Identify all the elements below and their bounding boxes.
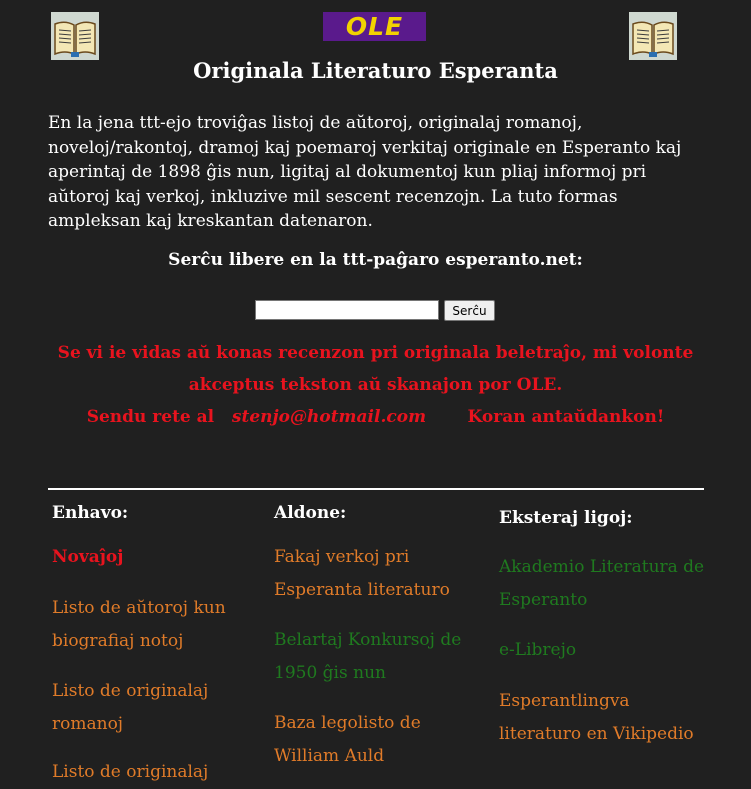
link-originalaj-list[interactable]: Listo de originalaj bbox=[52, 756, 262, 789]
promo-line-3: Sendu rete al stenjo@hotmail.com Koran a… bbox=[0, 407, 751, 427]
link-akademio[interactable]: Akademio Literatura de Esperanto bbox=[499, 551, 709, 616]
horizontal-divider bbox=[48, 488, 704, 490]
link-e-librejo[interactable]: e-Librejo bbox=[499, 634, 709, 667]
column-heading-aldone: Aldone: bbox=[274, 503, 347, 523]
link-belartaj-konkursoj[interactable]: Belartaj Konkursoj de 1950 ĝis nun bbox=[274, 624, 484, 689]
link-romanoj-list[interactable]: Listo de originalaj romanoj bbox=[52, 675, 262, 740]
intro-text: En la jena ttt-ejo troviĝas listoj de aŭ… bbox=[48, 113, 682, 231]
promo-line-2: akceptus tekston aŭ skanajon por OLE. bbox=[188, 375, 563, 395]
column-heading-eksteraj: Eksteraj ligoj: bbox=[499, 508, 633, 528]
link-autoroj-list[interactable]: Listo de aŭtoroj kun biografiaj notoj bbox=[52, 592, 262, 657]
promo-send-text: Sendu rete al bbox=[86, 407, 215, 427]
book-icon bbox=[51, 12, 99, 60]
promo-thanks-text: Koran antaŭdankon! bbox=[467, 407, 665, 427]
page-title: Originala Literaturo Esperanta bbox=[193, 58, 558, 83]
column-heading-enhavo: Enhavo: bbox=[52, 503, 129, 523]
ole-logo: OLE bbox=[323, 12, 426, 41]
link-vikipedio[interactable]: Esperantlingva literaturo en Vikipedio bbox=[499, 685, 709, 750]
link-fakaj-verkoj[interactable]: Fakaj verkoj pri Esperanta literaturo bbox=[274, 541, 484, 606]
promo-line-1: Se vi ie vidas aŭ konas recenzon pri ori… bbox=[57, 343, 694, 363]
book-icon bbox=[629, 12, 677, 60]
email-link[interactable]: stenjo@hotmail.com bbox=[232, 407, 426, 427]
search-label: Serĉu libere en la ttt-paĝaro esperanto.… bbox=[168, 250, 583, 270]
search-input[interactable] bbox=[255, 300, 439, 320]
link-novajoj[interactable]: Novaĵoj bbox=[52, 541, 262, 574]
search-button[interactable]: Serĉu bbox=[444, 300, 495, 321]
link-baza-legolisto[interactable]: Baza legolisto de William Auld bbox=[274, 707, 484, 772]
